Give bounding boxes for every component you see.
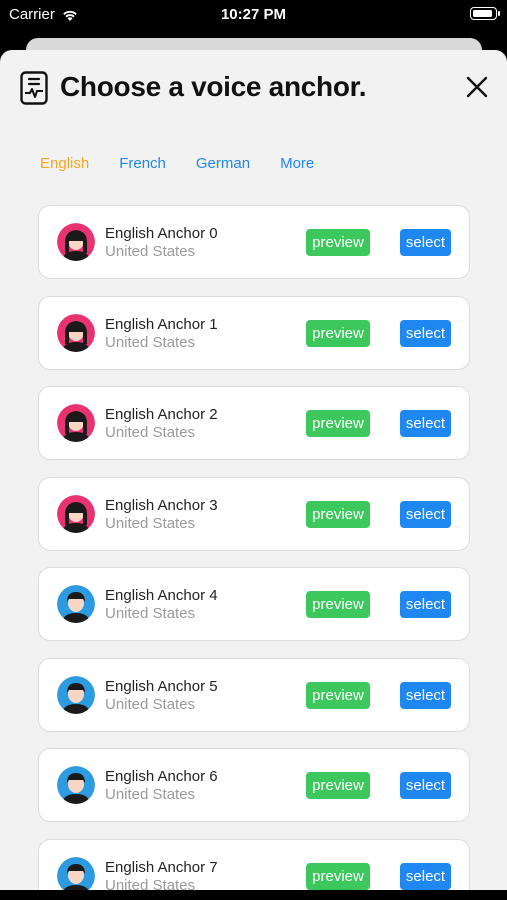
tab-more[interactable]: More [280,155,314,172]
preview-button[interactable]: preview [306,229,370,256]
status-bar: Carrier 10:27 PM [0,0,507,30]
anchor-name: English Anchor 5 [105,677,218,695]
anchor-card[interactable]: English Anchor 7 United States preview sele… [38,838,470,891]
anchor-country: United States [105,333,196,351]
preview-button[interactable]: preview [306,319,370,347]
language-tabs: English French German More [40,155,344,172]
tab-german[interactable]: German [196,155,250,172]
preview-button[interactable]: preview [306,862,370,890]
avatar [57,313,95,352]
tab-english[interactable]: English [40,155,89,172]
anchor-card[interactable]: English Anchor 0 United States preview sele… [38,205,470,279]
avatar [57,494,95,533]
select-button[interactable]: select [400,681,451,709]
avatar [57,766,95,804]
anchor-picker-sheet: Choose a voice anchor. English French Ge… [0,50,507,890]
anchor-name: English Anchor 4 [105,587,218,604]
anchor-name: English Anchor 3 [105,496,218,514]
select-button[interactable]: select [400,319,451,347]
anchor-country: United States [105,695,196,713]
avatar [57,404,95,442]
avatar [57,856,95,890]
clock: 10:27 PM [220,6,287,23]
anchor-country: United States [105,876,196,891]
tab-french[interactable]: French [119,155,166,172]
anchor-name: English Anchor 7 [105,858,218,876]
select-button[interactable]: select [400,591,451,618]
battery-icon [470,7,500,20]
sheet-header: Choose a voice anchor. [0,50,507,130]
avatar [57,223,95,261]
preview-button[interactable]: preview [306,410,370,437]
anchor-card[interactable]: English Anchor 5 United States preview sele… [38,657,470,732]
anchor-card[interactable]: English Anchor 3 United States preview sele… [38,476,470,551]
preview-button[interactable]: preview [306,500,370,528]
anchor-name: English Anchor 0 [105,225,218,242]
anchor-card[interactable]: English Anchor 6 United States preview sele… [38,748,470,822]
select-button[interactable]: select [400,772,451,799]
voice-document-icon [20,71,48,105]
avatar [57,585,95,623]
preview-button[interactable]: preview [306,772,370,799]
select-button[interactable]: select [400,862,451,890]
anchor-name: English Anchor 6 [105,768,218,785]
anchor-country: United States [105,514,196,532]
anchor-country: United States [105,786,196,803]
anchor-name: English Anchor 1 [105,315,218,333]
avatar [57,675,95,714]
anchor-country: United States [105,243,196,260]
preview-button[interactable]: preview [306,681,370,709]
anchor-card[interactable]: English Anchor 4 United States preview sele… [38,567,470,641]
preview-button[interactable]: preview [306,591,370,618]
select-button[interactable]: select [400,500,451,528]
page-title: Choose a voice anchor. [60,71,367,102]
select-button[interactable]: select [400,410,451,437]
close-icon[interactable] [465,75,489,99]
anchor-country: United States [105,605,196,622]
select-button[interactable]: select [400,229,451,256]
anchor-name: English Anchor 2 [105,406,218,423]
anchor-card[interactable]: English Anchor 1 United States preview sele… [38,295,470,370]
anchor-country: United States [105,424,196,441]
anchor-card[interactable]: English Anchor 2 United States preview sele… [38,386,470,460]
